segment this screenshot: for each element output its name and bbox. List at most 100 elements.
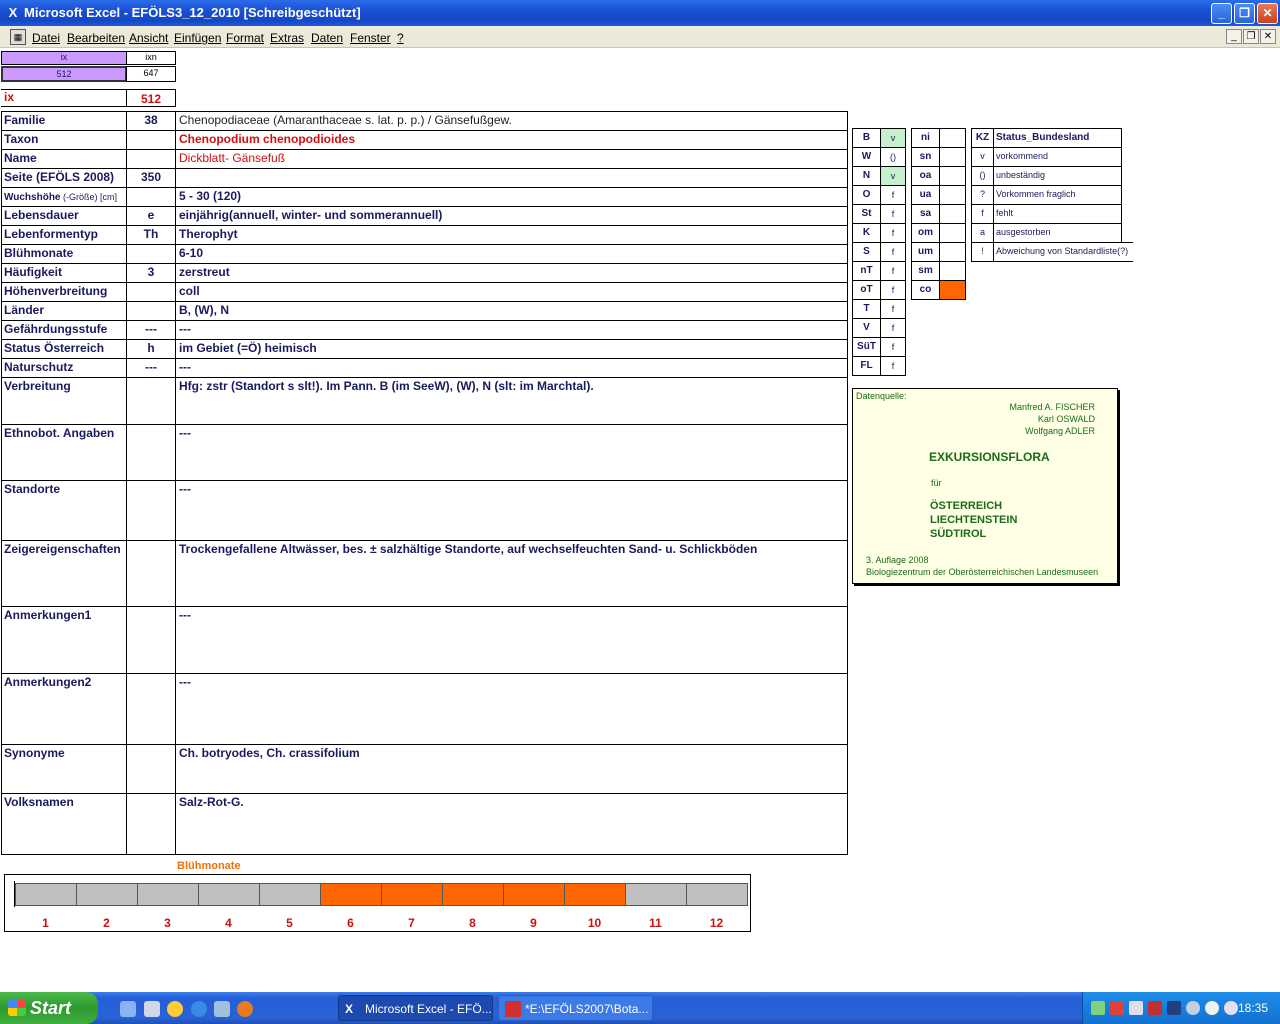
region-status[interactable]: f (880, 299, 906, 319)
long-field-code[interactable] (126, 606, 176, 674)
quicklaunch-media-icon[interactable] (167, 1001, 183, 1017)
region-status[interactable]: f (880, 261, 906, 281)
task-excel[interactable]: X Microsoft Excel - EFÖ... (338, 995, 493, 1021)
field-code[interactable]: --- (126, 320, 176, 340)
region-status[interactable]: f (880, 318, 906, 338)
long-field-code[interactable] (126, 480, 176, 541)
field-value[interactable]: B, (W), N (175, 301, 848, 321)
altitude-flag[interactable] (939, 204, 966, 224)
region-status[interactable]: f (880, 185, 906, 205)
long-field-code[interactable] (126, 377, 176, 425)
long-field-value[interactable]: Ch. botryodes, Ch. crassifolium (175, 744, 848, 794)
field-value[interactable]: --- (175, 358, 848, 378)
restore-button[interactable]: ❐ (1234, 3, 1255, 24)
menu-ansicht[interactable]: Ansicht (129, 31, 168, 45)
network-icon[interactable] (1091, 1001, 1105, 1015)
field-value[interactable]: --- (175, 320, 848, 340)
menu-extras[interactable]: Extras (270, 31, 304, 45)
field-code[interactable]: 350 (126, 168, 176, 188)
long-field-value[interactable]: --- (175, 480, 848, 541)
region-status[interactable]: () (880, 147, 906, 167)
quicklaunch-mail-icon[interactable] (214, 1001, 230, 1017)
long-field-value[interactable]: --- (175, 424, 848, 481)
ix-value-cell[interactable]: 512 (1, 66, 127, 82)
long-field-value[interactable]: Trockengefallene Altwässer, bes. ± salzh… (175, 540, 848, 607)
long-field-value[interactable]: --- (175, 673, 848, 745)
quicklaunch-ie-icon[interactable] (191, 1001, 207, 1017)
long-field-value[interactable]: --- (175, 606, 848, 674)
info-icon[interactable] (1205, 1001, 1219, 1015)
altitude-flag[interactable] (939, 223, 966, 243)
long-field-code[interactable] (126, 793, 176, 855)
field-value[interactable]: Therophyt (175, 225, 848, 245)
region-status[interactable]: f (880, 337, 906, 357)
field-value[interactable]: coll (175, 282, 848, 302)
field-code[interactable]: Th (126, 225, 176, 245)
field-code[interactable]: 38 (126, 111, 176, 131)
doc-close-button[interactable]: ✕ (1260, 29, 1276, 44)
excel-icon[interactable]: X (5, 5, 21, 21)
region-status[interactable]: v (880, 166, 906, 186)
field-code[interactable] (126, 244, 176, 264)
ixn-value-cell[interactable]: 647 (126, 66, 176, 82)
region-status[interactable]: f (880, 242, 906, 262)
long-field-code[interactable] (126, 673, 176, 745)
quicklaunch-firefox-icon[interactable] (237, 1001, 253, 1017)
region-status[interactable]: f (880, 204, 906, 224)
menu-fenster[interactable]: Fenster (350, 31, 391, 45)
update-icon[interactable] (1186, 1001, 1200, 1015)
menu-datei[interactable]: Datei (32, 31, 60, 45)
doc-restore-button[interactable]: ❐ (1243, 29, 1259, 44)
field-value[interactable]: Dickblatt- Gänsefuß (175, 149, 848, 169)
field-value[interactable]: einjährig(annuell, winter- und sommerann… (175, 206, 848, 226)
task-editor[interactable]: *E:\EFÖLS2007\Bota... (498, 995, 653, 1021)
ix-big-value[interactable]: 512 (126, 89, 176, 107)
field-value[interactable]: zerstreut (175, 263, 848, 283)
start-button[interactable]: Start (0, 992, 98, 1024)
region-status[interactable]: f (880, 356, 906, 376)
region-status[interactable]: f (880, 280, 906, 300)
quicklaunch-desktop-icon[interactable] (120, 1001, 136, 1017)
altitude-flag[interactable] (939, 185, 966, 205)
workbook-icon[interactable]: ▦ (10, 29, 26, 45)
minimize-button[interactable]: _ (1211, 3, 1232, 24)
field-value[interactable]: Chenopodium chenopodioides (175, 130, 848, 150)
quicklaunch-explorer-icon[interactable] (144, 1001, 160, 1017)
altitude-flag[interactable] (939, 166, 966, 186)
menu-bearbeiten[interactable]: Bearbeiten (67, 31, 125, 45)
field-code[interactable] (126, 130, 176, 150)
altitude-flag[interactable] (939, 242, 966, 262)
altitude-flag[interactable] (939, 261, 966, 281)
field-code[interactable] (126, 149, 176, 169)
shield-icon[interactable] (1167, 1001, 1181, 1015)
menu-format[interactable]: Format (226, 31, 264, 45)
field-code[interactable] (126, 301, 176, 321)
field-code[interactable]: --- (126, 358, 176, 378)
field-value[interactable] (175, 168, 848, 188)
field-code[interactable]: h (126, 339, 176, 359)
security-icon[interactable] (1148, 1001, 1162, 1015)
menu-daten[interactable]: Daten (311, 31, 343, 45)
field-code[interactable]: 3 (126, 263, 176, 283)
region-status[interactable]: f (880, 223, 906, 243)
altitude-flag[interactable] (939, 128, 966, 148)
field-value[interactable]: im Gebiet (=Ö) heimisch (175, 339, 848, 359)
long-field-value[interactable]: Hfg: zstr (Standort s slt!). Im Pann. B … (175, 377, 848, 425)
field-code[interactable] (126, 187, 176, 207)
altitude-flag[interactable] (939, 280, 966, 300)
doc-minimize-button[interactable]: _ (1226, 29, 1242, 44)
menu-help[interactable]: ? (397, 31, 404, 45)
field-code[interactable]: e (126, 206, 176, 226)
ixn-header-cell[interactable]: ixn (126, 51, 176, 65)
altitude-flag[interactable] (939, 147, 966, 167)
long-field-code[interactable] (126, 744, 176, 794)
search-icon[interactable] (1129, 1001, 1143, 1015)
long-field-value[interactable]: Salz-Rot-G. (175, 793, 848, 855)
speaker-icon[interactable] (1110, 1001, 1124, 1015)
long-field-code[interactable] (126, 424, 176, 481)
region-status[interactable]: v (880, 128, 906, 148)
avira-icon[interactable] (1224, 1001, 1238, 1015)
menu-einfuegen[interactable]: Einfügen (174, 31, 221, 45)
close-button[interactable]: ✕ (1257, 3, 1278, 24)
field-code[interactable] (126, 282, 176, 302)
